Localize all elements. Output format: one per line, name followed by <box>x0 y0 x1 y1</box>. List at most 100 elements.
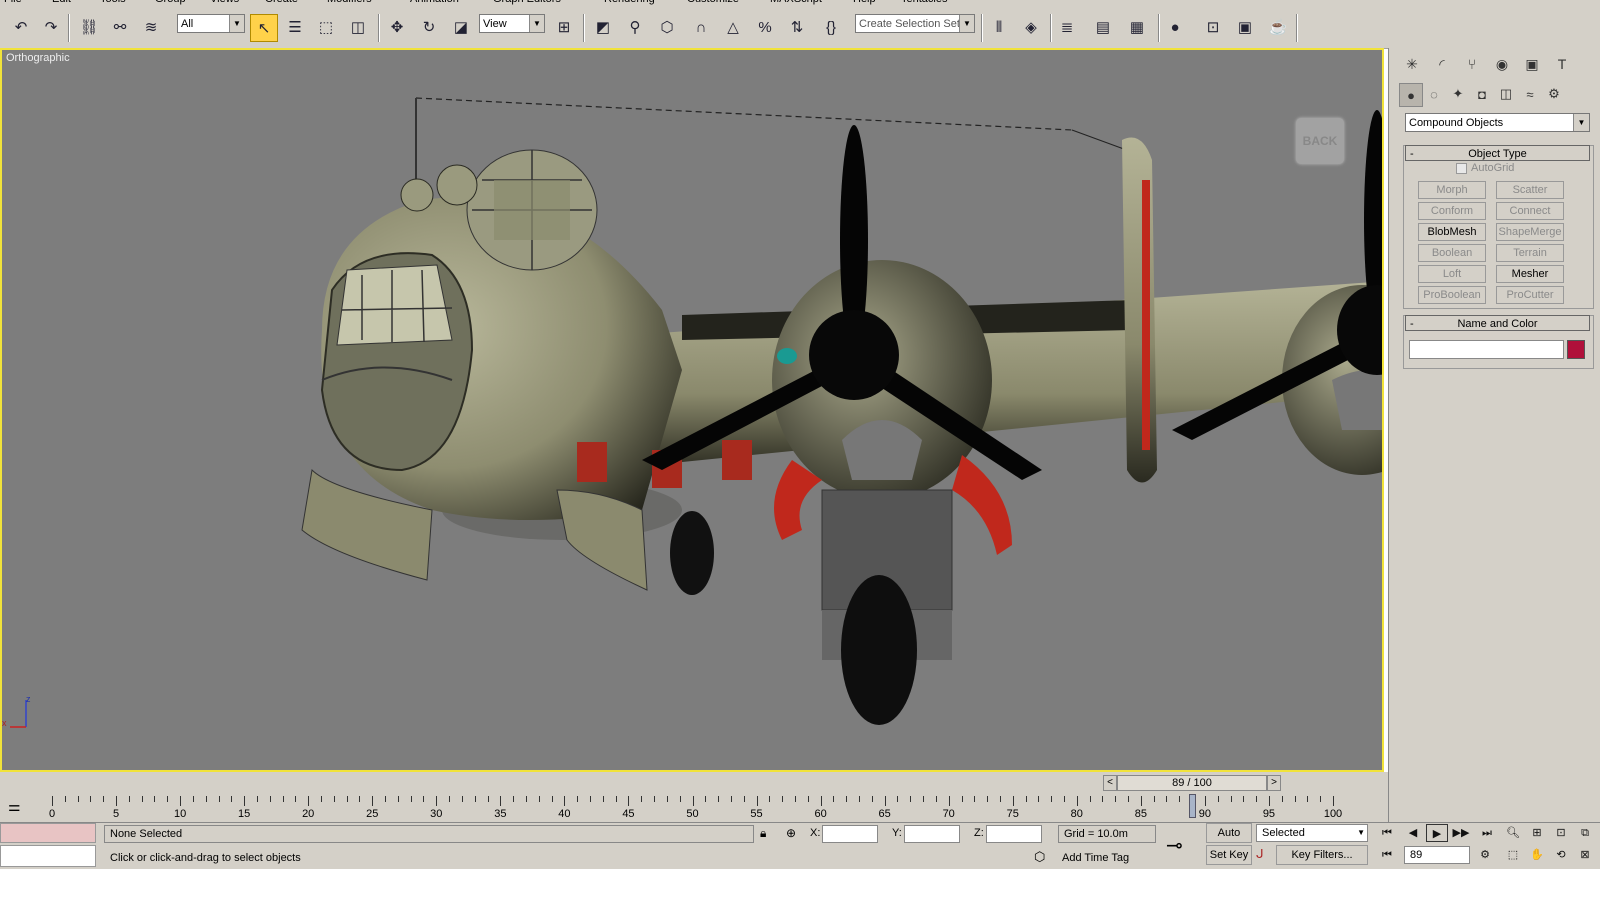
mesher-button[interactable]: Mesher <box>1496 265 1564 283</box>
menu-item-edit[interactable]: Edit <box>52 0 71 5</box>
schematic-view-icon[interactable]: ▦ <box>1124 14 1150 40</box>
maximize-viewport-icon[interactable]: ⊠ <box>1574 846 1596 864</box>
maxscript-listener-white[interactable] <box>0 845 96 867</box>
x-coordinate-field[interactable] <box>822 825 878 843</box>
zoom-region-icon[interactable]: ⬚ <box>1502 846 1524 864</box>
named-selection-dropdown[interactable]: Create Selection Set ▼ <box>855 14 975 33</box>
next-frame-icon[interactable]: ▶▶ <box>1450 824 1472 842</box>
play-icon[interactable]: ▶ <box>1426 824 1448 842</box>
blobmesh-button[interactable]: BlobMesh <box>1418 223 1486 241</box>
reference-coordinate-dropdown[interactable]: View ▼ <box>479 14 545 33</box>
modify-tab-icon[interactable]: ◜ <box>1429 52 1455 76</box>
layer-manager-icon[interactable]: ≣ <box>1054 14 1080 40</box>
curve-editor-icon[interactable]: ▤ <box>1090 14 1116 40</box>
move-icon[interactable]: ✥ <box>384 14 410 40</box>
select-object-icon[interactable]: ↖ <box>250 14 278 42</box>
shapes-icon[interactable]: ◌ <box>1423 83 1445 105</box>
menu-item-modifiers[interactable]: Modifiers <box>327 0 372 5</box>
time-slider-prev-icon[interactable]: < <box>1103 775 1117 791</box>
display-tab-icon[interactable]: ▣ <box>1519 52 1545 76</box>
geometry-icon[interactable]: ● <box>1399 83 1423 107</box>
go-to-start-icon[interactable]: ⏮ <box>1376 824 1398 842</box>
time-slider[interactable]: < 89 / 100 > <box>0 772 1388 792</box>
lock-icon[interactable]: 🔒︎ <box>760 826 766 841</box>
z-coordinate-field[interactable] <box>986 825 1042 843</box>
time-slider-thumb[interactable]: 89 / 100 <box>1117 775 1267 791</box>
create-tab-icon[interactable]: ✳ <box>1399 52 1425 76</box>
name-color-header[interactable]: - Name and Color <box>1405 315 1590 331</box>
zoom-extents-icon[interactable]: ⊡ <box>1550 824 1572 842</box>
zoom-extents-all-icon[interactable]: ⧉ <box>1574 824 1596 842</box>
rotate-icon[interactable]: ↻ <box>416 14 442 40</box>
hierarchy-tab-icon[interactable]: ⑂ <box>1459 52 1485 76</box>
absolute-mode-icon[interactable]: ⊕ <box>786 826 796 840</box>
add-time-tag[interactable]: Add Time Tag <box>1062 852 1129 864</box>
track-bar[interactable]: ⚌ 0 5 10 15 20 25 30 35 40 45 50 55 60 65 70 75 80 85 90 95… <box>0 792 1388 822</box>
render-teapot-icon[interactable]: ☕ <box>1265 14 1291 40</box>
aircraft-model[interactable] <box>2 50 1382 770</box>
key-mode-toggle-icon[interactable]: ⏮ <box>1376 846 1398 864</box>
spinner-snap-icon[interactable]: ⇅ <box>784 14 810 40</box>
motion-tab-icon[interactable]: ◉ <box>1489 52 1515 76</box>
zoom-all-icon[interactable]: ⊞ <box>1526 824 1548 842</box>
utilities-tab-icon[interactable]: T <box>1549 52 1575 76</box>
object-name-input[interactable] <box>1409 340 1564 359</box>
lights-icon[interactable]: ✦ <box>1447 83 1469 105</box>
category-dropdown[interactable]: Compound Objects ▼ <box>1405 113 1590 132</box>
viewport-orthographic[interactable]: Orthographic BACK z x <box>0 48 1384 772</box>
maxscript-listener-pink[interactable] <box>0 823 96 843</box>
angle-snap-icon[interactable]: △ <box>720 14 746 40</box>
menu-item-animation[interactable]: Animation <box>410 0 459 5</box>
key-filters-button[interactable]: Key Filters... <box>1276 845 1368 865</box>
menu-item-group[interactable]: Group <box>155 0 186 5</box>
undo-icon[interactable]: ↶ <box>8 14 34 40</box>
redo-icon[interactable]: ↷ <box>38 14 64 40</box>
previous-frame-icon[interactable]: ◀ <box>1402 824 1424 842</box>
helpers-icon[interactable]: ◫ <box>1495 83 1517 105</box>
pivot-center-icon[interactable]: ⊞ <box>551 14 577 40</box>
current-frame-marker[interactable] <box>1189 794 1197 818</box>
menu-item-create[interactable]: Create <box>265 0 298 5</box>
systems-icon[interactable]: ⚙ <box>1543 83 1565 105</box>
align-icon[interactable]: ◈ <box>1018 14 1044 40</box>
object-color-swatch[interactable] <box>1567 340 1585 359</box>
selection-filter-dropdown[interactable]: All ▼ <box>177 14 245 33</box>
snap-3d-icon[interactable]: ∩ <box>688 14 714 40</box>
mirror-icon[interactable]: ⫴ <box>986 14 1012 40</box>
rendered-frame-window-icon[interactable]: ▣ <box>1232 14 1258 40</box>
mini-curve-editor-icon[interactable]: ⚌ <box>8 798 21 815</box>
pan-icon[interactable]: ✋ <box>1526 846 1548 864</box>
key-mode-dropdown[interactable]: Selected ▼ <box>1256 824 1368 842</box>
current-frame-field[interactable]: 89 <box>1404 846 1470 864</box>
rectangular-selection-icon[interactable]: ⬚ <box>313 14 339 40</box>
autogrid-checkbox[interactable]: AutoGrid <box>1456 162 1514 174</box>
unlink-icon[interactable]: ⚯ <box>107 14 133 40</box>
menu-item-views[interactable]: Views <box>210 0 239 5</box>
menu-item-rendering[interactable]: Rendering <box>604 0 655 5</box>
scale-icon[interactable]: ◪ <box>448 14 474 40</box>
render-setup-icon[interactable]: ⊡ <box>1200 14 1226 40</box>
object-type-header[interactable]: - Object Type <box>1405 145 1590 161</box>
menu-item-graph-editors[interactable]: Graph Editors <box>493 0 561 5</box>
key-tangent-icon[interactable]: ᒍ <box>1256 847 1264 861</box>
menu-item-tools[interactable]: Tools <box>100 0 126 5</box>
keyboard-shortcut-override-icon[interactable]: ⚲ <box>622 14 648 40</box>
material-editor-icon[interactable]: ● <box>1162 14 1188 40</box>
menu-item-tentacles[interactable]: Tentacles <box>901 0 947 5</box>
space-warps-icon[interactable]: ≈ <box>1519 83 1541 105</box>
y-coordinate-field[interactable] <box>904 825 960 843</box>
edit-named-selection-icon[interactable]: {} <box>818 14 844 40</box>
viewcube-back[interactable]: BACK <box>1296 118 1344 164</box>
set-key-icon[interactable]: ⊸ <box>1166 833 1183 858</box>
menu-item-maxscript[interactable]: MAXScript <box>770 0 822 5</box>
select-manipulate-icon[interactable]: ◩ <box>590 14 616 40</box>
time-slider-next-icon[interactable]: > <box>1267 775 1281 791</box>
menu-item-file[interactable]: File <box>4 0 22 5</box>
snaps-toggle-icon[interactable]: ⬡ <box>654 14 680 40</box>
cameras-icon[interactable]: ◘ <box>1471 83 1493 105</box>
time-configuration-icon[interactable]: ⚙ <box>1474 846 1496 864</box>
go-to-end-icon[interactable]: ⏭ <box>1476 824 1498 842</box>
menu-item-customize[interactable]: Customize <box>687 0 739 5</box>
select-by-name-icon[interactable]: ☰ <box>282 14 308 40</box>
orbit-icon[interactable]: ⟲ <box>1550 846 1572 864</box>
